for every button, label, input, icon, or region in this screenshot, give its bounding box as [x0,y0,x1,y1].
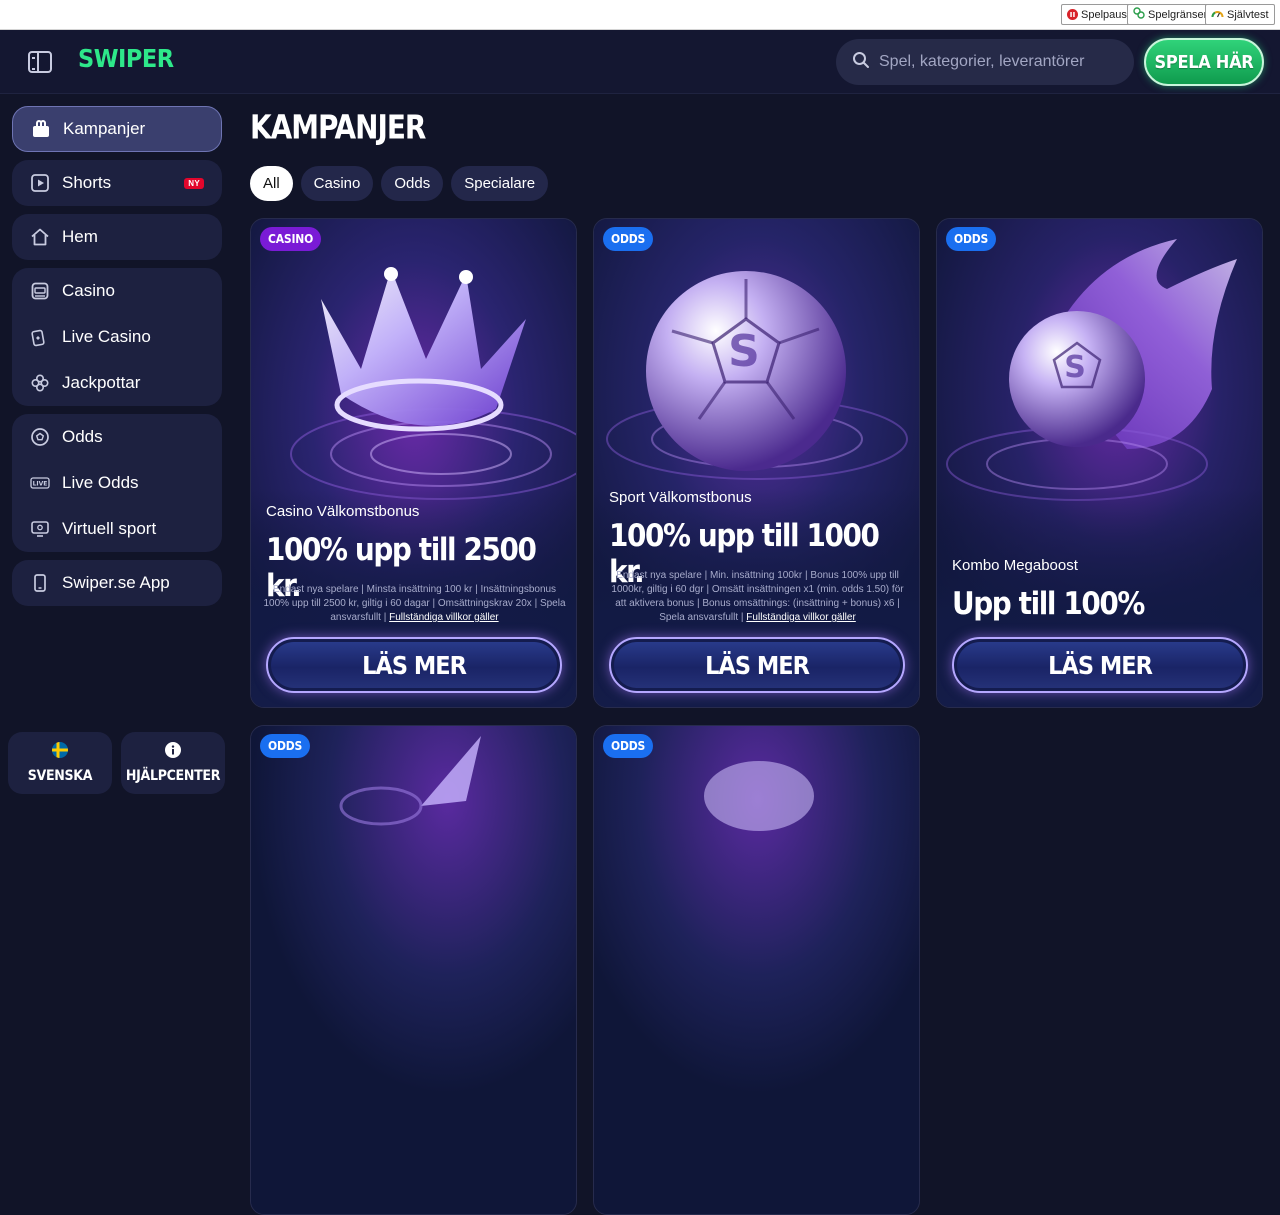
sidebar-item-label: Live Odds [62,473,139,492]
sidebar-item-casino[interactable]: Casino [12,268,222,314]
category-tag: ODDS [603,734,654,758]
live-icon: LIVE [30,473,50,493]
promo-card-odds-4[interactable]: ODDS [250,725,577,1215]
read-more-button[interactable]: LÄS MER [266,637,562,693]
sidebar-item-label: Shorts [62,173,112,192]
promo-terms: Endast nya spelare | Min. insättning 100… [606,569,909,625]
new-badge: NY [184,178,204,189]
filter-all[interactable]: All [250,166,293,201]
sjalvtest-label: Självtest [1227,8,1269,21]
promo-card-sport[interactable]: S ODDS Sport Välkomstbonus 100% upp till… [593,218,920,708]
help-center-button[interactable]: HJÄLPCENTER [121,732,225,794]
promo-artwork [594,726,919,1214]
spelpaus-label: Spelpaus [1081,8,1127,21]
info-icon [165,742,181,762]
play-icon [30,173,50,193]
swiper-logo[interactable]: SWIPER [78,44,174,73]
slot-machine-icon [30,281,50,301]
phone-icon [30,573,50,593]
sidebar: Kampanjer Shorts NY Hem Casino Live Casi… [0,94,234,800]
sidebar-item-live-casino[interactable]: Live Casino [12,314,222,360]
sidebar-item-jackpottar[interactable]: Jackpottar [12,360,222,406]
sidebar-item-label: Virtuell sport [62,519,157,538]
sidebar-group-app: Swiper.se App [12,560,222,606]
category-tag: ODDS [603,227,654,251]
sidebar-item-label: Casino [62,281,115,300]
promo-headline: Upp till 100% [952,586,1145,622]
sidebar-item-odds[interactable]: Odds [12,414,222,460]
sidebar-item-shorts[interactable]: Shorts NY [12,160,222,206]
promo-card-megaboost[interactable]: S ODDS Kombo Megaboost Upp till 100% LÄS… [936,218,1263,708]
play-here-button[interactable]: SPELA HÄR [1144,38,1264,86]
sidebar-group-shorts: Shorts NY [12,160,222,206]
terms-link[interactable]: Fullständiga villkor gäller [389,612,499,623]
promo-card-odds-5[interactable]: ODDS [593,725,920,1215]
language-label: SVENSKA [27,768,93,784]
promo-terms: Endast nya spelare | Minsta insättning 1… [263,583,566,625]
search-input[interactable] [879,53,1119,71]
read-more-button[interactable]: LÄS MER [609,637,905,693]
filter-chips: All Casino Odds Specialare [250,166,549,201]
sidebar-item-label: Jackpottar [62,373,141,392]
crown-artwork [251,219,576,707]
category-tag: ODDS [260,734,311,758]
sidebar-group-casino: Casino Live Casino Jackpottar [12,268,222,406]
sidebar-group-hem: Hem [12,214,222,260]
language-button[interactable]: SVENSKA [8,732,112,794]
read-more-button[interactable]: LÄS MER [952,637,1248,693]
filter-odds[interactable]: Odds [381,166,444,201]
sidebar-item-app[interactable]: Swiper.se App [12,560,222,606]
sidebar-group-odds: Odds LIVE Live Odds Virtuell sport [12,414,222,552]
monitor-icon [30,519,50,539]
sidebar-item-kampanjer[interactable]: Kampanjer [12,106,222,152]
page-title: KAMPANJER [250,109,426,147]
logo-text: SWIPER [78,44,174,73]
sidebar-toggle-icon[interactable] [28,51,52,73]
promo-subtitle: Kombo Megaboost [952,557,1078,574]
flaming-ball-artwork: S [937,219,1262,707]
football-artwork: S [594,219,919,707]
site-header: SWIPER SPELA HÄR [0,30,1280,94]
promo-subtitle: Sport Välkomstbonus [609,489,752,506]
home-icon [30,227,50,247]
category-tag: CASINO [260,227,322,251]
sidebar-item-virtuell-sport[interactable]: Virtuell sport [12,506,222,552]
promo-subtitle: Casino Välkomstbonus [266,503,420,520]
responsible-gaming-bar: Spelpaus Spelgränser Självtest [0,0,1280,30]
play-here-label: SPELA HÄR [1154,51,1254,73]
search-bar[interactable] [836,39,1134,85]
svg-text:LIVE: LIVE [33,481,48,488]
sidebar-item-label: Swiper.se App [62,573,170,592]
spelgranser-label: Spelgränser [1148,8,1208,21]
limits-icon [1133,7,1145,22]
sidebar-item-hem[interactable]: Hem [12,214,222,260]
football-icon [30,427,50,447]
filter-casino[interactable]: Casino [300,166,374,201]
sidebar-item-label: Live Casino [62,327,151,346]
filter-specialare[interactable]: Specialare [451,166,549,201]
spelgranser-button[interactable]: Spelgränser [1127,4,1214,25]
help-center-label: HJÄLPCENTER [125,768,221,784]
clover-icon [30,373,50,393]
sidebar-item-live-odds[interactable]: LIVE Live Odds [12,460,222,506]
sidebar-item-label: Hem [62,227,98,246]
swedish-flag-icon [52,742,68,762]
gauge-icon [1211,8,1224,22]
search-icon [852,51,870,74]
promo-card-casino[interactable]: CASINO Casino Välkomstbonus 100% upp til… [250,218,577,708]
sidebar-item-label: Odds [62,427,103,446]
sidebar-item-label: Kampanjer [63,119,146,138]
sjalvtest-button[interactable]: Självtest [1205,4,1275,25]
pause-icon [1067,9,1078,20]
category-tag: ODDS [946,227,997,251]
terms-link[interactable]: Fullständiga villkor gäller [746,612,856,623]
promo-artwork [251,726,576,1214]
gift-icon [31,119,51,139]
spelpaus-button[interactable]: Spelpaus [1061,4,1133,25]
cards-icon [30,327,50,347]
